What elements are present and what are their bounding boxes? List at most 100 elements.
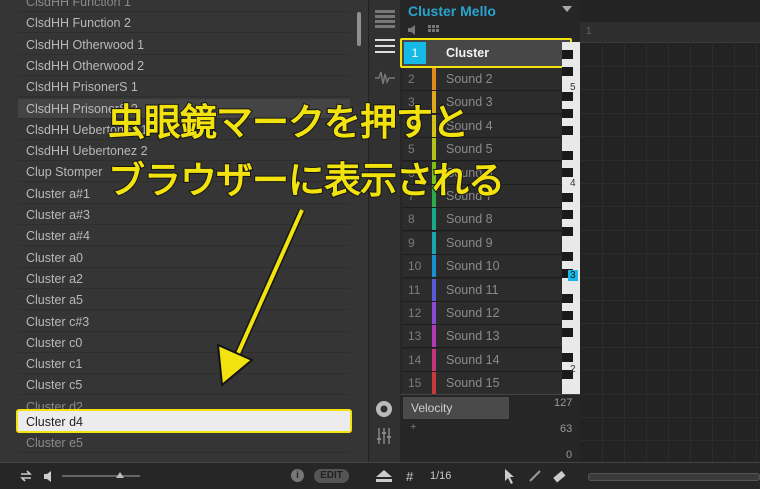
eraser-icon[interactable] bbox=[552, 469, 566, 483]
browser-item[interactable]: Cluster e5 bbox=[18, 433, 350, 453]
sound-number: 10 bbox=[408, 259, 422, 274]
browser-item[interactable]: Cluster c#3 bbox=[18, 312, 350, 332]
grid-column-line bbox=[646, 42, 647, 462]
browser-item[interactable]: ClsdHH Function 2 bbox=[18, 13, 350, 34]
grid-row-line bbox=[580, 112, 760, 114]
horizontal-scrollbar[interactable] bbox=[588, 473, 760, 481]
black-key[interactable] bbox=[562, 210, 573, 219]
sound-slot[interactable]: 8 Sound 8 bbox=[402, 208, 562, 232]
browser-item[interactable]: Cluster c1 bbox=[18, 354, 350, 375]
black-key[interactable] bbox=[562, 92, 573, 102]
sound-name: Sound 12 bbox=[446, 306, 500, 320]
mixer-icon[interactable] bbox=[376, 428, 392, 444]
grid-icon[interactable] bbox=[375, 10, 395, 28]
black-key[interactable] bbox=[562, 310, 573, 320]
grid-column-line bbox=[624, 42, 625, 462]
sound-slot[interactable]: 12 Sound 12 bbox=[402, 302, 562, 325]
black-key[interactable] bbox=[562, 151, 573, 161]
browser-item-selected[interactable]: Cluster d4 bbox=[16, 409, 352, 433]
list-icon[interactable] bbox=[375, 38, 395, 54]
pointer-icon[interactable] bbox=[505, 469, 515, 484]
sound-name: Sound 8 bbox=[446, 212, 493, 227]
browser-item[interactable]: Cluster a2 bbox=[18, 269, 350, 289]
velocity-mid: 63 bbox=[560, 423, 573, 435]
info-icon[interactable]: i bbox=[291, 469, 304, 482]
sound-color-bar bbox=[432, 208, 436, 231]
black-key[interactable] bbox=[562, 193, 573, 203]
sound-number: 14 bbox=[408, 352, 422, 367]
black-key[interactable] bbox=[562, 352, 573, 362]
grid-row-line bbox=[580, 440, 760, 442]
drum-icon[interactable] bbox=[375, 400, 393, 418]
sound-number: 2 bbox=[408, 72, 415, 86]
pencil-icon[interactable] bbox=[528, 469, 542, 483]
browser-item[interactable]: Cluster a0 bbox=[18, 248, 350, 268]
hash-icon[interactable]: # bbox=[406, 463, 413, 489]
preview-volume-handle[interactable] bbox=[116, 472, 124, 478]
edit-button[interactable]: EDIT bbox=[314, 469, 349, 483]
eject-icon[interactable] bbox=[376, 470, 392, 483]
grid-row-line bbox=[580, 206, 760, 208]
browser-item[interactable]: ClsdHH Function 1 bbox=[18, 0, 350, 12]
grid-column-line bbox=[668, 42, 669, 462]
black-key[interactable] bbox=[562, 109, 573, 119]
browser-item[interactable]: ClsdHH Otherwood 2 bbox=[18, 56, 350, 76]
black-key[interactable] bbox=[562, 168, 573, 177]
add-lane-button[interactable]: + bbox=[410, 421, 416, 433]
annotation-line-1: 虫眼鏡マークを押すと bbox=[107, 101, 470, 144]
sound-slot[interactable]: 10 Sound 10 bbox=[402, 255, 562, 279]
grid-row-line bbox=[580, 393, 760, 395]
volume-icon[interactable] bbox=[44, 471, 55, 482]
black-key[interactable] bbox=[562, 50, 573, 60]
velocity-min: 0 bbox=[566, 449, 573, 461]
pad-grid-icon[interactable] bbox=[428, 25, 440, 35]
black-key[interactable] bbox=[562, 126, 573, 135]
grid-bar-marker: 1 bbox=[586, 26, 592, 37]
browser-scrollbar[interactable] bbox=[357, 12, 361, 46]
grid-row-line bbox=[580, 66, 760, 67]
sound-slot[interactable]: 11 Sound 11 bbox=[402, 278, 562, 302]
waveform-icon[interactable] bbox=[375, 70, 395, 86]
sound-number: 1 bbox=[404, 42, 426, 64]
sound-color-bar bbox=[432, 231, 436, 254]
sound-color-bar bbox=[432, 372, 436, 395]
sound-slot[interactable]: 15 Sound 15 bbox=[402, 372, 562, 396]
sound-slot[interactable]: 1 Cluster bbox=[400, 38, 572, 68]
grid-column-line bbox=[756, 42, 757, 462]
pattern-grid[interactable]: 1 bbox=[580, 0, 760, 462]
black-key[interactable] bbox=[562, 226, 573, 236]
velocity-max: 127 bbox=[554, 397, 573, 409]
browser-item[interactable]: Cluster a#4 bbox=[18, 226, 350, 247]
speaker-icon[interactable] bbox=[408, 25, 418, 35]
black-key[interactable] bbox=[562, 327, 573, 337]
sound-color-bar bbox=[432, 302, 436, 324]
sound-slot[interactable]: 13 Sound 13 bbox=[402, 325, 562, 349]
octave-label: 3 bbox=[568, 270, 578, 281]
sync-icon[interactable] bbox=[19, 469, 33, 483]
sound-slot[interactable]: 9 Sound 9 bbox=[402, 231, 562, 255]
browser-item[interactable]: Cluster a5 bbox=[18, 290, 350, 311]
sound-slot[interactable]: 14 Sound 14 bbox=[402, 348, 562, 372]
browser-item[interactable]: Cluster c0 bbox=[18, 333, 350, 353]
browser-item[interactable]: Cluster a#3 bbox=[18, 205, 350, 225]
grid-row-line bbox=[580, 183, 760, 184]
chevron-down-icon[interactable] bbox=[562, 6, 572, 12]
velocity-label[interactable]: Velocity bbox=[403, 397, 509, 419]
grid-footer bbox=[580, 462, 760, 489]
browser-item[interactable]: ClsdHH Otherwood 1 bbox=[18, 35, 350, 55]
grid-row-line bbox=[580, 253, 760, 255]
sound-slot[interactable]: 2 Sound 2 bbox=[402, 68, 562, 91]
black-key[interactable] bbox=[562, 294, 573, 303]
browser-list[interactable]: ClsdHH Function 1 ClsdHH Function 2 ClsdHH… bbox=[0, 0, 368, 462]
sound-number: 8 bbox=[408, 212, 415, 227]
browser-item[interactable]: Cluster c5 bbox=[18, 375, 350, 396]
group-title[interactable]: Cluster Mello bbox=[408, 3, 496, 19]
piano-keyboard[interactable]: 5 4 3 2 bbox=[562, 42, 580, 394]
black-key[interactable] bbox=[562, 252, 573, 261]
annotation-line-2: ブラウザーに表示される bbox=[107, 159, 506, 202]
preview-volume-slider[interactable] bbox=[62, 472, 140, 478]
sound-number: 13 bbox=[408, 329, 422, 344]
step-size[interactable]: 1/16 bbox=[430, 463, 451, 489]
black-key[interactable] bbox=[562, 67, 573, 77]
sound-number: 9 bbox=[408, 235, 415, 250]
